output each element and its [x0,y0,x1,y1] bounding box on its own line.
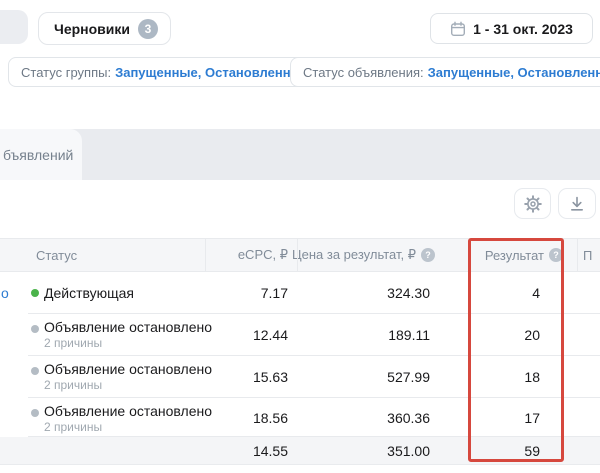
drafts-button-label: Черновики [54,20,131,37]
table-row[interactable]: Объявление остановлено 2 причины 15.63 527.… [0,356,600,398]
status-dot [31,409,39,417]
cell-ecpc: 18.56 [252,409,288,426]
column-header-ecpc[interactable]: eCPC, ₽ [200,239,288,271]
ads-dashboard-screen: Черновики 3 1 - 31 окт. 2023 Статус груп… [0,0,600,473]
truncated-left-button[interactable] [0,10,28,44]
date-range-picker[interactable]: 1 - 31 окт. 2023 [430,13,593,44]
tab-band [0,129,600,180]
filter-label: Статус группы: [21,64,112,80]
status-dot [31,367,39,375]
cell-ecpc: 7.17 [260,285,288,301]
status-label: Действующая [44,285,135,301]
column-header-cost-per-result[interactable]: Цена за результат, ₽ ? [280,239,435,271]
table-row[interactable]: о Действующая 7.17 324.30 4 [0,272,600,314]
table-totals-row: 14.55 351.00 59 [0,437,600,465]
cell-cost-per-result: 527.99 [387,369,430,385]
tab-label: бъявлений [3,146,74,163]
export-button[interactable] [558,188,596,219]
cell-cost-per-result: 360.36 [387,409,430,426]
totals-result: 59 [524,442,540,459]
help-icon[interactable]: ? [549,248,563,262]
status-reason-note[interactable]: 2 причины [44,420,102,434]
calendar-icon [450,21,466,37]
status-dot [31,325,39,333]
filter-label: Статус объявления: [303,64,424,80]
tab-ads-active[interactable]: бъявлений [0,129,82,180]
cell-cost-per-result: 189.11 [388,327,430,343]
status-label: Объявление остановлено [44,361,213,377]
table-settings-button[interactable] [514,188,551,219]
status-reason-note[interactable]: 2 причины [44,378,102,392]
gear-icon [523,194,543,214]
filter-value: Запущенные, Остановленные [115,64,309,80]
cell-result: 20 [524,327,540,343]
help-icon[interactable]: ? [421,248,435,262]
status-dot [31,289,39,297]
cell-result: 18 [524,369,540,385]
cell-ecpc: 12.44 [252,327,288,343]
status-label: Объявление остановлено [44,319,213,335]
table-body: о Действующая 7.17 324.30 4 Объявление остано… [0,272,600,437]
date-range-label: 1 - 31 окт. 2023 [473,20,573,37]
filter-chip-group-status[interactable]: Статус группы: Запущенные, Остановленные… [8,57,338,87]
cell-result: 17 [524,409,540,426]
table-row[interactable]: Объявление остановлено 2 причины 18.56 360.… [0,398,600,437]
download-icon [568,195,586,213]
filter-value: Запущенные, Остановленные [427,64,600,80]
filter-chip-ad-status[interactable]: Статус объявления: Запущенные, Остановле… [290,57,600,87]
cell-ecpc: 15.63 [252,369,288,385]
cell-cost-per-result: 324.30 [387,285,430,301]
cell-result: 4 [532,285,540,301]
totals-ecpc: 14.55 [252,442,288,459]
drafts-count-badge: 3 [138,18,159,39]
status-label: Объявление остановлено [44,403,213,419]
column-header-next-truncated[interactable]: П [583,239,592,271]
status-reason-note[interactable]: 2 причины [44,336,102,350]
column-header-result[interactable]: Результат ? [466,239,563,271]
truncated-ad-link-fragment[interactable]: о [1,272,9,314]
table-row[interactable]: Объявление остановлено 2 причины 12.44 189.… [0,314,600,356]
column-header-status[interactable]: Статус [36,239,77,271]
totals-cost-per-result: 351.00 [387,442,430,459]
table-header-row: Статус eCPC, ₽ Цена за результат, ₽ ? Ре… [0,238,600,272]
drafts-button[interactable]: Черновики 3 [38,12,172,45]
